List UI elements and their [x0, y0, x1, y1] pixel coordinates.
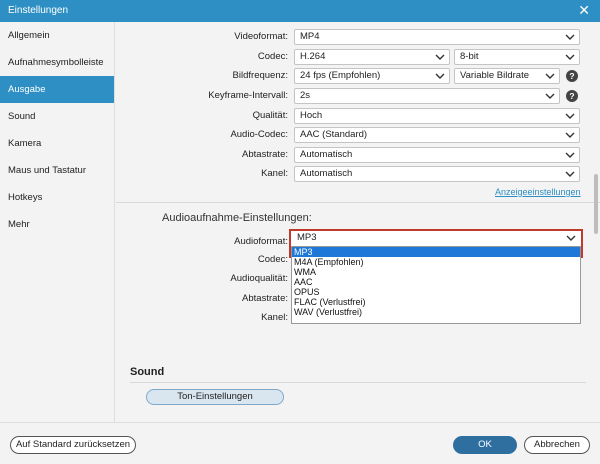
sidebar-item-sound[interactable]: Sound — [0, 103, 114, 130]
bitrate-value: Variable Bildrate — [460, 70, 530, 81]
chevron-down-icon — [565, 132, 575, 138]
sidebar-item-hotkeys[interactable]: Hotkeys — [0, 184, 114, 211]
ok-button[interactable]: OK — [453, 436, 517, 454]
codec-select[interactable]: H.264 — [294, 49, 450, 65]
sidebar-item-mehr[interactable]: Mehr — [0, 211, 114, 238]
audioformat-option-m4a[interactable]: M4A (Empfohlen) — [292, 257, 580, 267]
samplerate-label: Abtastrate: — [242, 149, 288, 160]
chevron-down-icon — [566, 235, 576, 241]
chevron-down-icon — [435, 73, 445, 79]
chevron-down-icon — [565, 152, 575, 158]
chevron-down-icon — [565, 34, 575, 40]
scrollbar[interactable] — [594, 174, 598, 234]
divider — [116, 202, 600, 203]
framerate-select[interactable]: 24 fps (Empfohlen) — [294, 68, 450, 84]
quality-label: Qualität: — [252, 110, 288, 121]
samplerate-value: Automatisch — [300, 149, 353, 160]
bitrate-select[interactable]: Variable Bildrate — [454, 68, 560, 84]
audio-codec-value: AAC (Standard) — [300, 129, 368, 140]
audio-codec-label: Audio-Codec: — [230, 129, 288, 140]
codec-label: Codec: — [257, 51, 288, 62]
audio-channel-label: Kanel: — [261, 312, 288, 323]
sidebar: Allgemein Aufnahmesymbolleiste Ausgabe S… — [0, 22, 115, 422]
audioformat-option-wav[interactable]: WAV (Verlustfrei) — [292, 307, 580, 317]
display-settings-link[interactable]: Anzeigeeinstellungen — [495, 187, 581, 197]
channel-select[interactable]: Automatisch — [294, 166, 580, 182]
help-icon[interactable]: ? — [566, 90, 578, 102]
sound-heading: Sound — [130, 366, 165, 378]
keyframe-value: 2s — [300, 90, 311, 101]
channel-label: Kanel: — [261, 168, 288, 179]
audioformat-option-aac[interactable]: AAC — [292, 277, 580, 287]
audio-codec-label-2: Codec: — [257, 254, 288, 265]
sidebar-item-allgemein[interactable]: Allgemein — [0, 22, 114, 49]
audio-codec-select[interactable]: AAC (Standard) — [294, 127, 580, 143]
bit-depth-value: 8-bit — [460, 51, 479, 62]
audioquality-label: Audioqualität: — [230, 273, 288, 284]
sidebar-item-ausgabe[interactable]: Ausgabe — [0, 76, 114, 103]
framerate-label: Bildfrequenz: — [232, 70, 288, 81]
audioformat-option-wma[interactable]: WMA — [292, 267, 580, 277]
videoformat-select[interactable]: MP4 — [294, 29, 580, 45]
audio-section-title: Audioaufnahme-Einstellungen: — [162, 212, 312, 224]
close-icon[interactable]: ✕ — [578, 3, 590, 17]
sidebar-item-maus-und-tastatur[interactable]: Maus und Tastatur — [0, 157, 114, 184]
framerate-value: 24 fps (Empfohlen) — [300, 70, 381, 81]
codec-value: H.264 — [300, 51, 326, 62]
keyframe-label: Keyframe-Intervall: — [208, 90, 288, 101]
sidebar-item-kamera[interactable]: Kamera — [0, 130, 114, 157]
chevron-down-icon — [565, 113, 575, 119]
audioformat-option-flac[interactable]: FLAC (Verlustfrei) — [292, 297, 580, 307]
chevron-down-icon — [565, 171, 575, 177]
keyframe-select[interactable]: 2s — [294, 88, 560, 104]
chevron-down-icon — [545, 93, 555, 99]
audioformat-value: MP3 — [297, 232, 317, 243]
sound-settings-button[interactable]: Ton-Einstellungen — [146, 389, 284, 405]
help-icon[interactable]: ? — [566, 70, 578, 82]
audioformat-options-list: MP3 M4A (Empfohlen) WMA AAC OPUS FLAC (V… — [291, 246, 581, 324]
window-title: Einstellungen — [8, 5, 69, 16]
quality-value: Hoch — [300, 110, 323, 121]
reset-defaults-button[interactable]: Auf Standard zurücksetzen — [10, 436, 136, 454]
title-bar: Einstellungen ✕ — [0, 0, 600, 22]
channel-value: Automatisch — [300, 168, 353, 179]
chevron-down-icon — [545, 73, 555, 79]
sidebar-item-aufnahmesymbolleiste[interactable]: Aufnahmesymbolleiste — [0, 49, 114, 76]
audioformat-select[interactable]: MP3 — [292, 232, 580, 245]
settings-content: Videoformat: MP4 Codec: H.264 8-bit Bild… — [116, 22, 600, 422]
quality-select[interactable]: Hoch — [294, 108, 580, 124]
chevron-down-icon — [435, 54, 445, 60]
samplerate-select[interactable]: Automatisch — [294, 147, 580, 163]
videoformat-value: MP4 — [300, 31, 320, 42]
chevron-down-icon — [565, 54, 575, 60]
cancel-button[interactable]: Abbrechen — [524, 436, 590, 454]
audioformat-option-mp3[interactable]: MP3 — [292, 247, 580, 257]
audioformat-option-opus[interactable]: OPUS — [292, 287, 580, 297]
audio-samplerate-label: Abtastrate: — [242, 293, 288, 304]
videoformat-label: Videoformat: — [234, 31, 288, 42]
divider — [130, 382, 586, 383]
footer: Auf Standard zurücksetzen OK Abbrechen — [0, 422, 600, 464]
audioformat-label: Audioformat: — [234, 236, 288, 247]
bit-depth-select[interactable]: 8-bit — [454, 49, 580, 65]
